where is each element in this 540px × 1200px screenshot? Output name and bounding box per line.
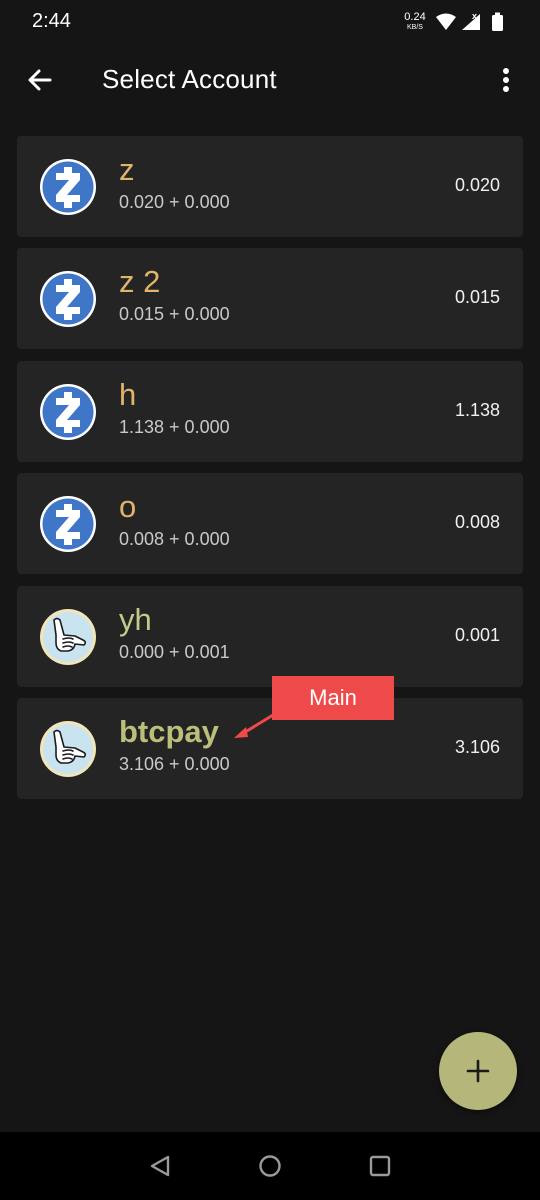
network-speed-unit: KB/S: [407, 24, 423, 31]
account-balance: 1.138: [454, 400, 500, 420]
back-button[interactable]: [20, 60, 60, 100]
add-account-button[interactable]: [439, 1032, 517, 1110]
triangle-back-icon: [150, 1155, 170, 1177]
wifi-icon: [436, 13, 456, 30]
account-card-h[interactable]: h 1.138 + 0.000 1.138: [17, 361, 523, 462]
network-speed: 0.24 KB/S: [400, 11, 430, 32]
account-balance: 0.015: [454, 287, 500, 307]
square-recents-icon: [369, 1155, 391, 1177]
account-name: h: [119, 377, 137, 412]
circle-home-icon: [259, 1155, 281, 1177]
app-bar: Select Account: [0, 44, 540, 116]
battery-icon: [492, 12, 503, 31]
account-balance-detail: 0.008 + 0.000: [119, 529, 230, 549]
account-card-yh[interactable]: yh 0.000 + 0.001 0.001: [17, 586, 523, 687]
status-time: 2:44: [32, 10, 71, 32]
account-balance: 0.001: [454, 625, 500, 645]
svg-text:x: x: [472, 11, 477, 21]
annotation-arrow-icon: [234, 710, 280, 738]
more-options-button[interactable]: [490, 60, 522, 100]
zcash-icon: [40, 496, 96, 552]
nav-back-button[interactable]: [147, 1152, 175, 1180]
system-nav-bar: [0, 1132, 540, 1200]
page-title: Select Account: [102, 64, 277, 94]
annotation-callout: Main: [272, 676, 394, 720]
status-bar: 2:44 0.24 KB/S x: [0, 0, 540, 44]
status-icons: x: [436, 11, 503, 31]
more-vert-icon: [503, 68, 509, 92]
account-name: z 2: [119, 264, 161, 299]
account-balance-detail: 0.000 + 0.001: [119, 642, 230, 662]
zcash-icon: [40, 271, 96, 327]
account-name: btcpay: [119, 714, 219, 749]
arrow-back-icon: [28, 69, 52, 91]
account-name: yh: [119, 602, 152, 637]
account-balance-detail: 0.015 + 0.000: [119, 304, 230, 324]
zcash-icon: [40, 384, 96, 440]
shaka-hand-icon: [40, 609, 96, 665]
cell-signal-icon: x: [462, 11, 480, 30]
account-card-z2[interactable]: z 2 0.015 + 0.000 0.015: [17, 248, 523, 349]
nav-home-button[interactable]: [256, 1152, 284, 1180]
nav-recents-button[interactable]: [366, 1152, 394, 1180]
account-balance: 0.020: [454, 175, 500, 195]
account-balance: 0.008: [454, 512, 500, 532]
account-balance: 3.106: [454, 737, 500, 757]
shaka-hand-icon: [40, 721, 96, 777]
account-balance-detail: 0.020 + 0.000: [119, 192, 230, 212]
zcash-icon: [40, 159, 96, 215]
account-balance-detail: 1.138 + 0.000: [119, 417, 230, 437]
plus-icon: [466, 1059, 490, 1083]
network-speed-value: 0.24: [404, 11, 426, 23]
account-card-z[interactable]: z 0.020 + 0.000 0.020: [17, 136, 523, 237]
account-name: o: [119, 489, 137, 524]
account-card-o[interactable]: o 0.008 + 0.000 0.008: [17, 473, 523, 574]
account-balance-detail: 3.106 + 0.000: [119, 754, 230, 774]
account-name: z: [119, 152, 135, 187]
